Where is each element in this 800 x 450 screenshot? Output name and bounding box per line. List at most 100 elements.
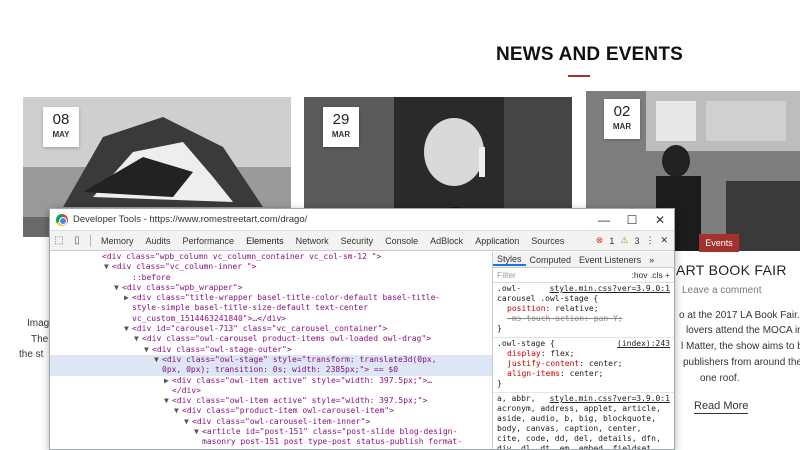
kebab-menu-icon[interactable]: ⋮ [645, 235, 654, 246]
tab-audits[interactable]: Audits [140, 236, 177, 246]
filter-input[interactable]: Filter [497, 270, 516, 280]
leave-comment-link[interactable]: Leave a comment [682, 285, 762, 296]
css-property[interactable]: display: flex; [497, 349, 670, 359]
dom-node[interactable]: </div> [50, 386, 492, 396]
dom-node[interactable]: standard has-post-thumbnail hentry categ… [50, 448, 492, 449]
collapse-triangle-icon[interactable]: ▼ [194, 427, 202, 437]
dom-node[interactable]: vc_custom_1514463241840">…</div> [50, 314, 492, 324]
dom-node[interactable]: masonry post-151 post type-post status-p… [50, 437, 492, 447]
collapse-triangle-icon[interactable]: ▼ [174, 406, 182, 416]
collapse-triangle-icon[interactable]: ▼ [124, 324, 132, 334]
tab-computed[interactable]: Computed [526, 255, 576, 265]
excerpt-fragment: the st [19, 349, 44, 360]
event-excerpt-line: o at the 2017 LA Book Fair. [679, 310, 800, 321]
inspect-element-icon[interactable]: ⬚ [50, 235, 68, 246]
dom-node-text: <div class="owl-carousel-item-inner"> [192, 416, 371, 426]
dom-node[interactable]: style-simple basel-title-size-default te… [50, 303, 492, 313]
collapse-triangle-icon[interactable]: ▼ [184, 417, 192, 427]
dom-node[interactable]: ▼ <div class="vc_column-inner "> [50, 262, 492, 272]
tab-sources[interactable]: Sources [525, 236, 570, 246]
close-devtools-icon[interactable]: ✕ [660, 235, 668, 246]
filter-actions[interactable]: :hov .cls + [631, 270, 674, 280]
stylesheet-source-link[interactable]: style.min.css?ver=3.9.0:1 [550, 284, 670, 294]
maximize-button[interactable]: ☐ [618, 213, 646, 227]
date-month: MAR [612, 122, 632, 131]
device-toolbar-icon[interactable]: ▯ [68, 235, 86, 246]
dom-node[interactable]: ▼ <div class="owl-item active" style="wid… [50, 396, 492, 406]
collapse-triangle-icon[interactable]: ▼ [164, 396, 172, 406]
dom-node[interactable]: ::before [50, 273, 492, 283]
css-selector-continued: acronym, address, applet, article, aside… [497, 404, 661, 449]
divider [90, 234, 91, 247]
tab-memory[interactable]: Memory [95, 236, 140, 246]
close-button[interactable]: ✕ [646, 213, 674, 227]
dom-node-text: <div class="title-wrapper basel-title-co… [132, 293, 441, 303]
collapse-triangle-icon[interactable]: ▼ [104, 262, 112, 272]
devtools-tabbar: ⬚ ▯ Memory Audits Performance Elements N… [50, 231, 674, 251]
tab-security[interactable]: Security [335, 236, 380, 246]
dom-node-selected[interactable]: ▼ <div class="owl-stage" style="transform… [50, 354, 492, 366]
dom-node[interactable]: ▼ <div class="product-item owl-carousel-i… [50, 406, 492, 416]
dom-node[interactable]: ▼ <div id="carousel-713" class="vc_carous… [50, 324, 492, 334]
events-category-tag[interactable]: Events [699, 234, 739, 252]
elements-dom-tree[interactable]: <div class="wpb_column vc_column_contain… [50, 252, 493, 449]
event-excerpt-line: one roof. [700, 373, 740, 384]
css-property-value: flex; [550, 349, 575, 358]
tab-console[interactable]: Console [379, 236, 424, 246]
dom-node[interactable]: ▼ <div class="wpb_wrapper"> [50, 283, 492, 293]
dom-node[interactable]: ▼ <div class="owl-carousel-item-inner"> [50, 417, 492, 427]
css-property-name: align-items [507, 369, 560, 378]
collapse-triangle-icon[interactable]: ▼ [154, 355, 162, 365]
tab-elements[interactable]: Elements [240, 236, 290, 246]
tab-styles[interactable]: Styles [493, 254, 526, 266]
dom-node-text: </div> [172, 385, 201, 395]
dom-node[interactable]: ▼ <div class="owl-carousel product-items … [50, 334, 492, 344]
read-more-link[interactable]: Read More [694, 400, 749, 414]
warning-count: 3 [634, 235, 640, 246]
styles-pane[interactable]: Styles Computed Event Listeners » Filter… [493, 252, 674, 449]
dom-node-text: <div id="carousel-713" class="vc_carouse… [132, 324, 388, 334]
dom-node-text: <div class="vc_column-inner "> [112, 262, 257, 272]
css-rule[interactable]: style.min.css?ver=3.9.0:1 .owl-carousel .… [493, 283, 674, 338]
collapse-triangle-icon[interactable]: ▼ [144, 345, 152, 355]
css-rule[interactable]: (index):243 .owl-stage {display: flex; jus… [493, 338, 674, 393]
dom-node[interactable]: <div class="wpb_column vc_column_contain… [50, 252, 492, 262]
dom-node-text: <div class="owl-item active" style="widt… [172, 396, 428, 406]
dom-node[interactable]: ▶ <div class="owl-item active" style="wid… [50, 376, 492, 386]
expand-triangle-icon[interactable]: ▶ [124, 293, 132, 303]
tab-performance[interactable]: Performance [177, 236, 241, 246]
event-excerpt-line: l Matter, the show aims to bri [681, 341, 800, 352]
collapse-triangle-icon[interactable]: ▼ [134, 334, 142, 344]
stylesheet-source-link[interactable]: (index):243 [617, 339, 670, 349]
css-property[interactable]: -ms-touch-action: pan-Y; [497, 314, 670, 324]
date-month: MAY [52, 130, 70, 139]
stylesheet-source-link[interactable]: style.min.css?ver=3.9.0:1 [550, 394, 670, 404]
devtools-window[interactable]: Developer Tools - https://www.romestreet… [49, 208, 675, 450]
warning-icon[interactable]: ⚠ [620, 235, 628, 246]
css-property[interactable]: position: relative; [497, 304, 670, 314]
minimize-button[interactable]: — [590, 213, 618, 227]
tab-event-listeners[interactable]: Event Listeners [575, 255, 645, 265]
date-month: MAR [331, 130, 351, 139]
css-rule[interactable]: style.min.css?ver=3.9.0:1 a, abbr, acronym… [493, 393, 674, 449]
css-property[interactable]: align-items: center; [497, 369, 670, 379]
dom-node-text: style-simple basel-title-size-default te… [132, 303, 369, 313]
dom-node-text: <div class="wpb_column vc_column_contain… [102, 252, 382, 261]
error-icon[interactable]: ⊗ [596, 235, 604, 246]
tab-adblock[interactable]: AdBlock [424, 236, 469, 246]
css-property[interactable]: justify-content: center; [497, 359, 670, 369]
tab-network[interactable]: Network [290, 236, 335, 246]
expand-triangle-icon[interactable]: ▶ [164, 376, 172, 386]
more-tabs-icon[interactable]: » [645, 255, 658, 265]
dom-node-selected[interactable]: 0px, 0px); transition: 0s; width: 2385px… [50, 365, 492, 376]
dom-node[interactable]: ▼ <div class="owl-stage-outer"> [50, 345, 492, 355]
dom-node[interactable]: ▶ <div class="title-wrapper basel-title-c… [50, 293, 492, 303]
event-excerpt-line: publishers from around the w [683, 357, 800, 368]
devtools-titlebar[interactable]: Developer Tools - https://www.romestreet… [50, 209, 674, 231]
event-post-title[interactable]: ART BOOK FAIR [676, 262, 787, 278]
css-property-value: pan-Y; [593, 314, 623, 323]
tab-application[interactable]: Application [469, 236, 525, 246]
styles-filter-bar: Filter :hov .cls + [493, 268, 674, 283]
collapse-triangle-icon[interactable]: ▼ [114, 283, 122, 293]
dom-node[interactable]: ▼ <article id="post-151" class="post-slid… [50, 427, 492, 437]
